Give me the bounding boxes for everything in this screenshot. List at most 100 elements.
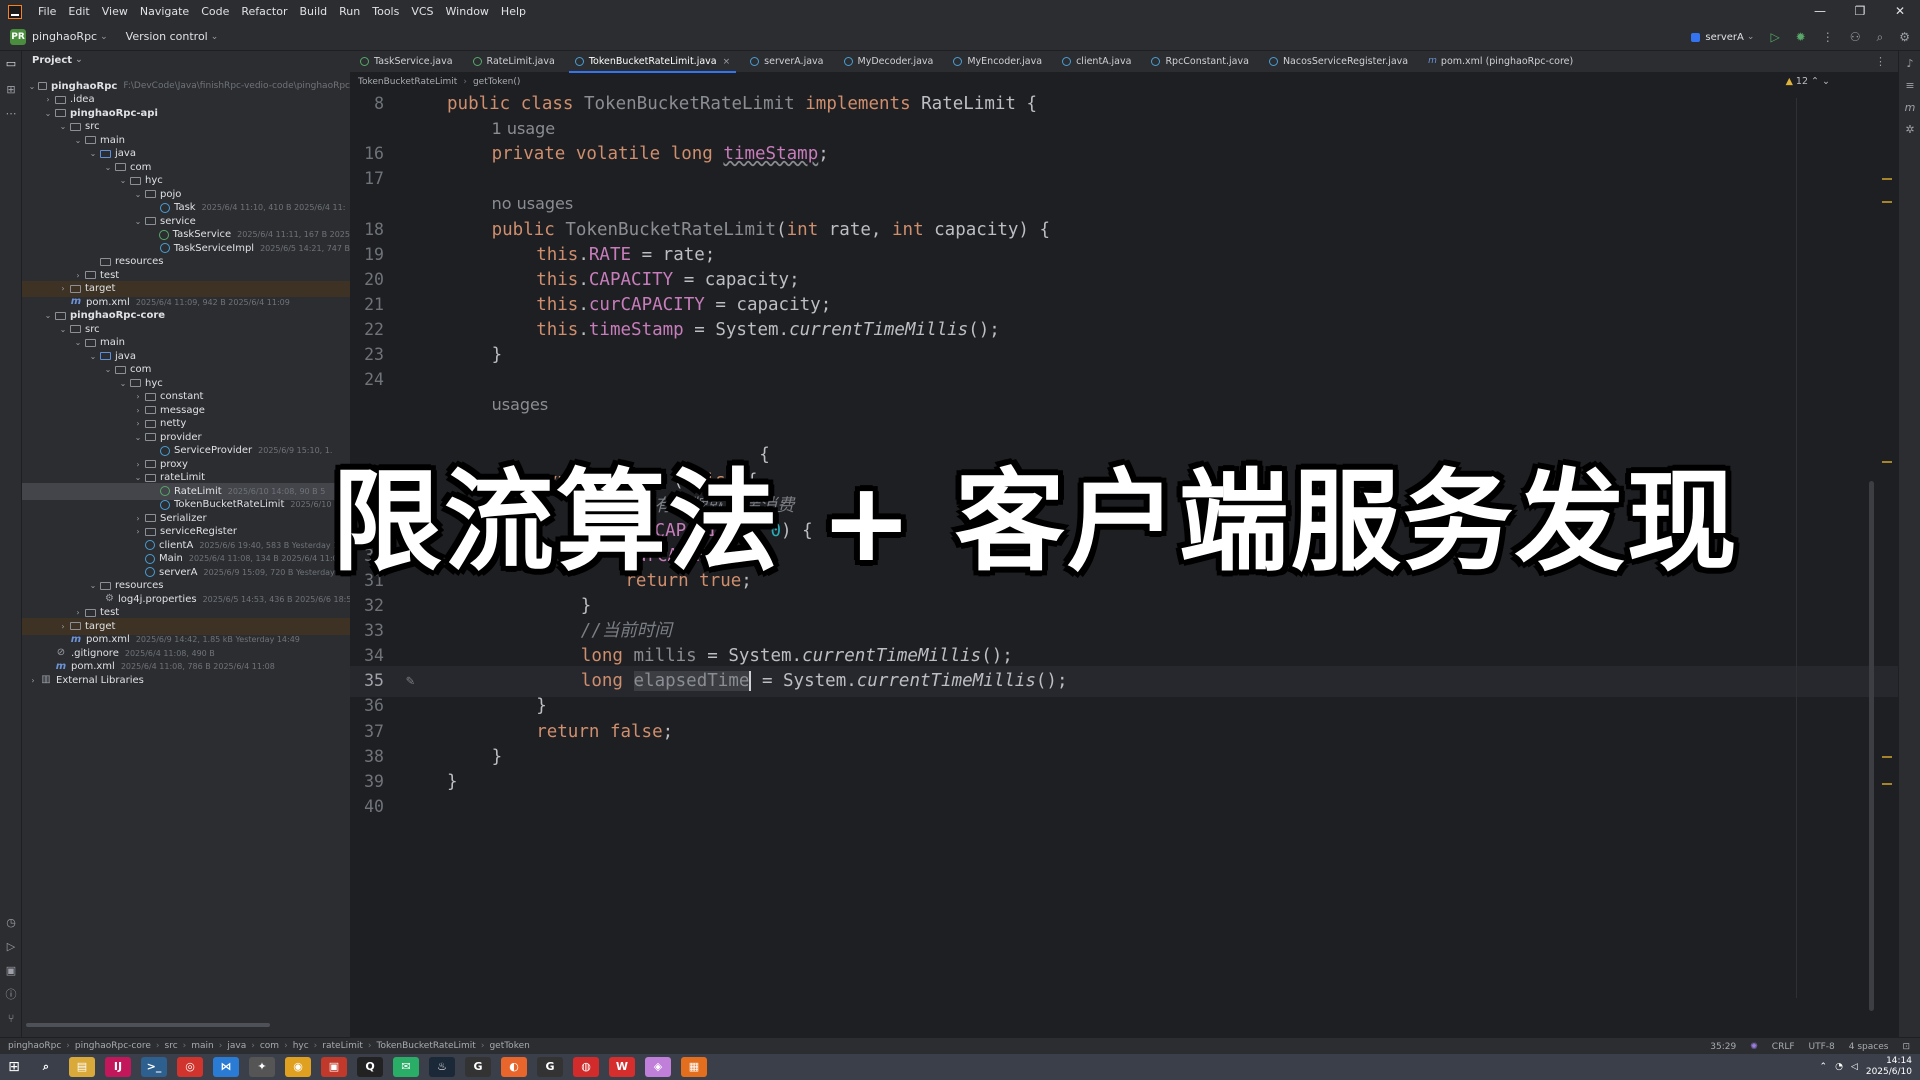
maximize-button[interactable]: ❐ (1840, 0, 1880, 23)
taskbar-firefox-icon[interactable]: ◐ (501, 1057, 527, 1077)
project-selector[interactable]: pinghaoRpc (32, 30, 97, 43)
editor-tab[interactable]: TokenBucketRateLimit.java × (565, 51, 740, 73)
structure-tool-icon[interactable]: ⊞ (4, 83, 18, 97)
taskbar-app-orange-icon[interactable]: ▦ (681, 1057, 707, 1077)
chevron-down-icon[interactable]: ⌄ (103, 365, 113, 374)
editor-tab[interactable]: serverA.java (740, 51, 833, 73)
chevron-right-icon[interactable]: › (43, 95, 53, 104)
file-encoding[interactable]: UTF-8 (1809, 1042, 1835, 1052)
editor-tab[interactable]: TaskService.java (350, 51, 463, 73)
editor-tab[interactable]: MyDecoder.java (834, 51, 944, 73)
chevron-down-icon[interactable]: ⌄ (133, 473, 143, 482)
run-icon[interactable]: ▷ (1770, 30, 1779, 44)
taskbar-files-icon[interactable]: ▤ (69, 1057, 95, 1077)
problems-tool-icon[interactable]: ⓘ (4, 988, 18, 1002)
taskbar-terminal-icon[interactable]: >_ (141, 1057, 167, 1077)
close-icon[interactable]: × (723, 57, 731, 67)
project-panel-header[interactable]: Project ⌄ (22, 51, 350, 69)
status-crumb[interactable]: rateLimit (322, 1041, 363, 1051)
chevron-down-icon[interactable]: ⌄ (103, 163, 113, 172)
more-icon[interactable]: ⋮ (1822, 30, 1834, 44)
chevron-right-icon[interactable]: › (73, 608, 83, 617)
account-icon[interactable]: ⚇ (1850, 30, 1861, 44)
chevron-down-icon[interactable]: ⌄ (73, 338, 83, 347)
menu-edit[interactable]: Edit (62, 0, 95, 23)
taskbar-wps-icon[interactable]: W (609, 1057, 635, 1077)
project-tool-icon[interactable]: ▭ (4, 57, 18, 71)
chevron-down-icon[interactable]: ⌄ (43, 109, 53, 118)
taskbar-app-g-icon[interactable]: G (537, 1057, 563, 1077)
more-tools-icon[interactable]: ⋯ (4, 107, 18, 121)
status-crumb[interactable]: hyc (293, 1041, 309, 1051)
taskbar-app-red2-icon[interactable]: ▣ (321, 1057, 347, 1077)
status-crumb[interactable]: pinghaoRpc-core (75, 1041, 151, 1051)
chevron-right-icon[interactable]: › (28, 676, 38, 685)
taskbar-wechat-icon[interactable]: ✉ (393, 1057, 419, 1077)
taskbar-app-pink-icon[interactable]: ◈ (645, 1057, 671, 1077)
chevron-right-icon[interactable]: › (73, 271, 83, 280)
error-stripe-mark[interactable] (1882, 178, 1892, 180)
editor-tab[interactable]: NacosServiceRegister.java (1259, 51, 1418, 73)
chevron-right-icon[interactable]: › (58, 284, 68, 293)
editor-tab[interactable]: RateLimit.java (463, 51, 565, 73)
chevron-down-icon[interactable]: ⌄ (133, 433, 143, 442)
intellij-logo-icon[interactable] (8, 4, 22, 19)
chevron-down-icon[interactable]: ⌄ (133, 217, 143, 226)
indent-setting[interactable]: 4 spaces (1849, 1042, 1889, 1052)
chevron-down-icon[interactable]: ⌄ (88, 352, 98, 361)
chevron-down-icon[interactable]: ⌄ (43, 311, 53, 320)
chevron-down-icon[interactable]: ⌄ (58, 122, 68, 131)
chevron-right-icon[interactable]: › (133, 419, 143, 428)
chevron-right-icon[interactable]: › (58, 622, 68, 631)
editor-tab[interactable]: m pom.xml (pinghaoRpc-core) (1418, 51, 1583, 73)
lock-icon[interactable]: ⊡ (1902, 1042, 1910, 1052)
taskbar-search-icon[interactable]: ⌕ (33, 1057, 59, 1077)
taskbar-vscode-icon[interactable]: ⋈ (213, 1057, 239, 1077)
services-tool-icon[interactable]: ◷ (4, 916, 18, 930)
menu-code[interactable]: Code (195, 0, 235, 23)
menu-file[interactable]: File (32, 0, 62, 23)
ai-assistant-icon[interactable]: ✲ (1903, 123, 1917, 137)
error-stripe-mark[interactable] (1882, 201, 1892, 203)
run-tool-icon[interactable]: ▷ (4, 940, 18, 954)
git-tool-icon[interactable]: ⑂ (4, 1012, 18, 1026)
version-control-menu[interactable]: Version control (126, 30, 208, 43)
status-crumb[interactable]: src (165, 1041, 178, 1051)
error-stripe-mark[interactable] (1882, 783, 1892, 785)
editor-tab[interactable]: clientA.java (1052, 51, 1141, 73)
status-crumb[interactable]: com (260, 1041, 279, 1051)
taskbar-qq-icon[interactable]: Q (357, 1057, 383, 1077)
menu-refactor[interactable]: Refactor (235, 0, 293, 23)
taskbar-intellij-icon[interactable]: IJ (105, 1057, 131, 1077)
chevron-down-icon[interactable]: ⌄ (133, 190, 143, 199)
network-icon[interactable]: ◔ (1835, 1062, 1843, 1072)
taskbar-steam-icon[interactable]: ♨ (429, 1057, 455, 1077)
taskbar-netease-icon[interactable]: ◍ (573, 1057, 599, 1077)
search-icon[interactable]: ⌕ (1877, 30, 1884, 45)
chevron-down-icon[interactable]: ⌄ (58, 325, 68, 334)
terminal-tool-icon[interactable]: ▣ (4, 964, 18, 978)
chevron-right-icon[interactable]: › (133, 514, 143, 523)
windows-start-icon[interactable]: ⊞ (0, 1054, 28, 1080)
menu-run[interactable]: Run (333, 0, 366, 23)
taskbar-chrome-icon[interactable]: ◉ (285, 1057, 311, 1077)
tabs-more-icon[interactable]: ⋮ (1875, 55, 1886, 68)
menu-vcs[interactable]: VCS (405, 0, 439, 23)
menu-tools[interactable]: Tools (366, 0, 405, 23)
taskbar-app-red-icon[interactable]: ◎ (177, 1057, 203, 1077)
code-line[interactable]: 40 (350, 792, 1898, 823)
horizontal-scrollbar[interactable] (26, 1023, 270, 1027)
chevron-down-icon[interactable]: ⌄ (88, 149, 98, 158)
menu-help[interactable]: Help (495, 0, 532, 23)
inspection-widget[interactable]: ▲ 12 ⌃ ⌄ (1786, 76, 1830, 87)
breadcrumb-method[interactable]: getToken() (473, 77, 520, 87)
chevron-down-icon[interactable]: ⌄ (73, 136, 83, 145)
notifications-icon[interactable]: ♪ (1903, 57, 1917, 71)
chevron-right-icon[interactable]: › (133, 392, 143, 401)
line-separator[interactable]: CRLF (1772, 1042, 1795, 1052)
error-stripe-mark[interactable] (1882, 756, 1892, 758)
vertical-scrollbar[interactable] (1869, 481, 1874, 1011)
status-crumb[interactable]: TokenBucketRateLimit (376, 1041, 475, 1051)
close-button[interactable]: ✕ (1880, 0, 1920, 23)
chevron-down-icon[interactable]: ⌄ (88, 581, 98, 590)
